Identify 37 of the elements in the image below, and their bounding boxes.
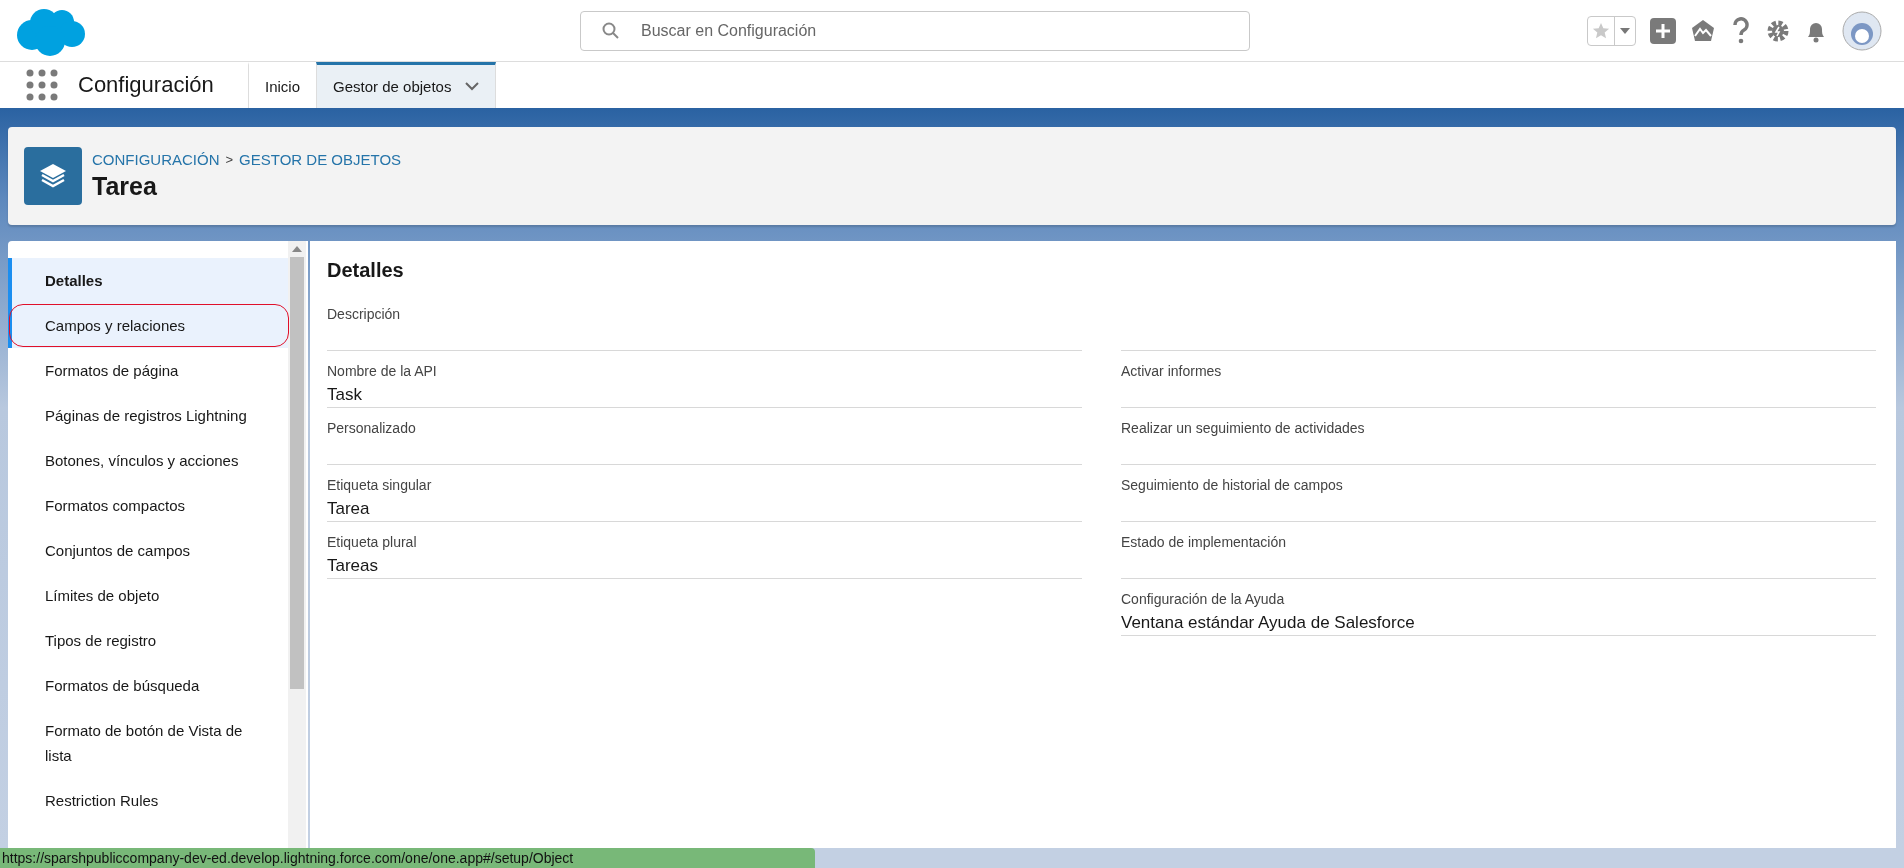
scroll-up-icon[interactable]	[292, 245, 302, 253]
field-value: Tarea	[327, 499, 371, 519]
breadcrumb-link[interactable]: GESTOR DE OBJETOS	[239, 151, 402, 168]
scrollbar-thumb[interactable]	[290, 257, 304, 689]
app-launcher-icon[interactable]	[26, 69, 58, 101]
mountain-icon[interactable]	[1690, 17, 1716, 44]
search-field[interactable]: Buscar en Configuración	[580, 10, 1250, 51]
field-label: Estado de implementación	[1121, 534, 1287, 550]
section-title: Detalles	[327, 259, 405, 282]
nav-tab[interactable]: Gestor de objetos	[316, 62, 497, 108]
field-value: Tareas	[327, 556, 380, 576]
field-value: Task	[327, 385, 363, 405]
field-value: Ventana estándar Ayuda de Salesforce	[1121, 613, 1416, 633]
sidebar-item[interactable]: Campos y relaciones	[8, 303, 288, 348]
app-name: Configuración	[77, 72, 215, 98]
field-label: Activar informes	[1121, 363, 1223, 379]
field-label: Seguimiento de historial de campos	[1121, 477, 1344, 493]
scrollbar[interactable]	[288, 241, 306, 848]
avatar-icon[interactable]	[1842, 10, 1882, 51]
breadcrumb-link[interactable]: CONFIGURACIÓN	[92, 151, 220, 168]
breadcrumb-separator: >	[225, 152, 234, 167]
layers-icon	[24, 147, 82, 205]
search-icon	[602, 21, 620, 40]
field-label: Etiqueta singular	[327, 477, 433, 493]
field-label: Etiqueta plural	[327, 534, 418, 550]
plus-icon[interactable]	[1650, 17, 1676, 44]
field-label: Personalizado	[327, 420, 417, 436]
sidebar-item[interactable]: Detalles	[8, 258, 288, 303]
field-label: Realizar un seguimiento de actividades	[1121, 420, 1366, 436]
settings-icon[interactable]	[1766, 18, 1790, 43]
field-label: Nombre de la API	[327, 363, 438, 379]
field-label: Configuración de la Ayuda	[1121, 591, 1286, 607]
field-label: Descripción	[327, 306, 402, 322]
chevron-down-icon[interactable]	[465, 82, 480, 91]
status-url: https://sparshpubliccompany-dev-ed.develop.lightning.force.com/one/one.app#/setup/Object	[0, 848, 815, 868]
help-icon[interactable]	[1730, 16, 1752, 45]
page-title: Tarea	[92, 172, 158, 201]
